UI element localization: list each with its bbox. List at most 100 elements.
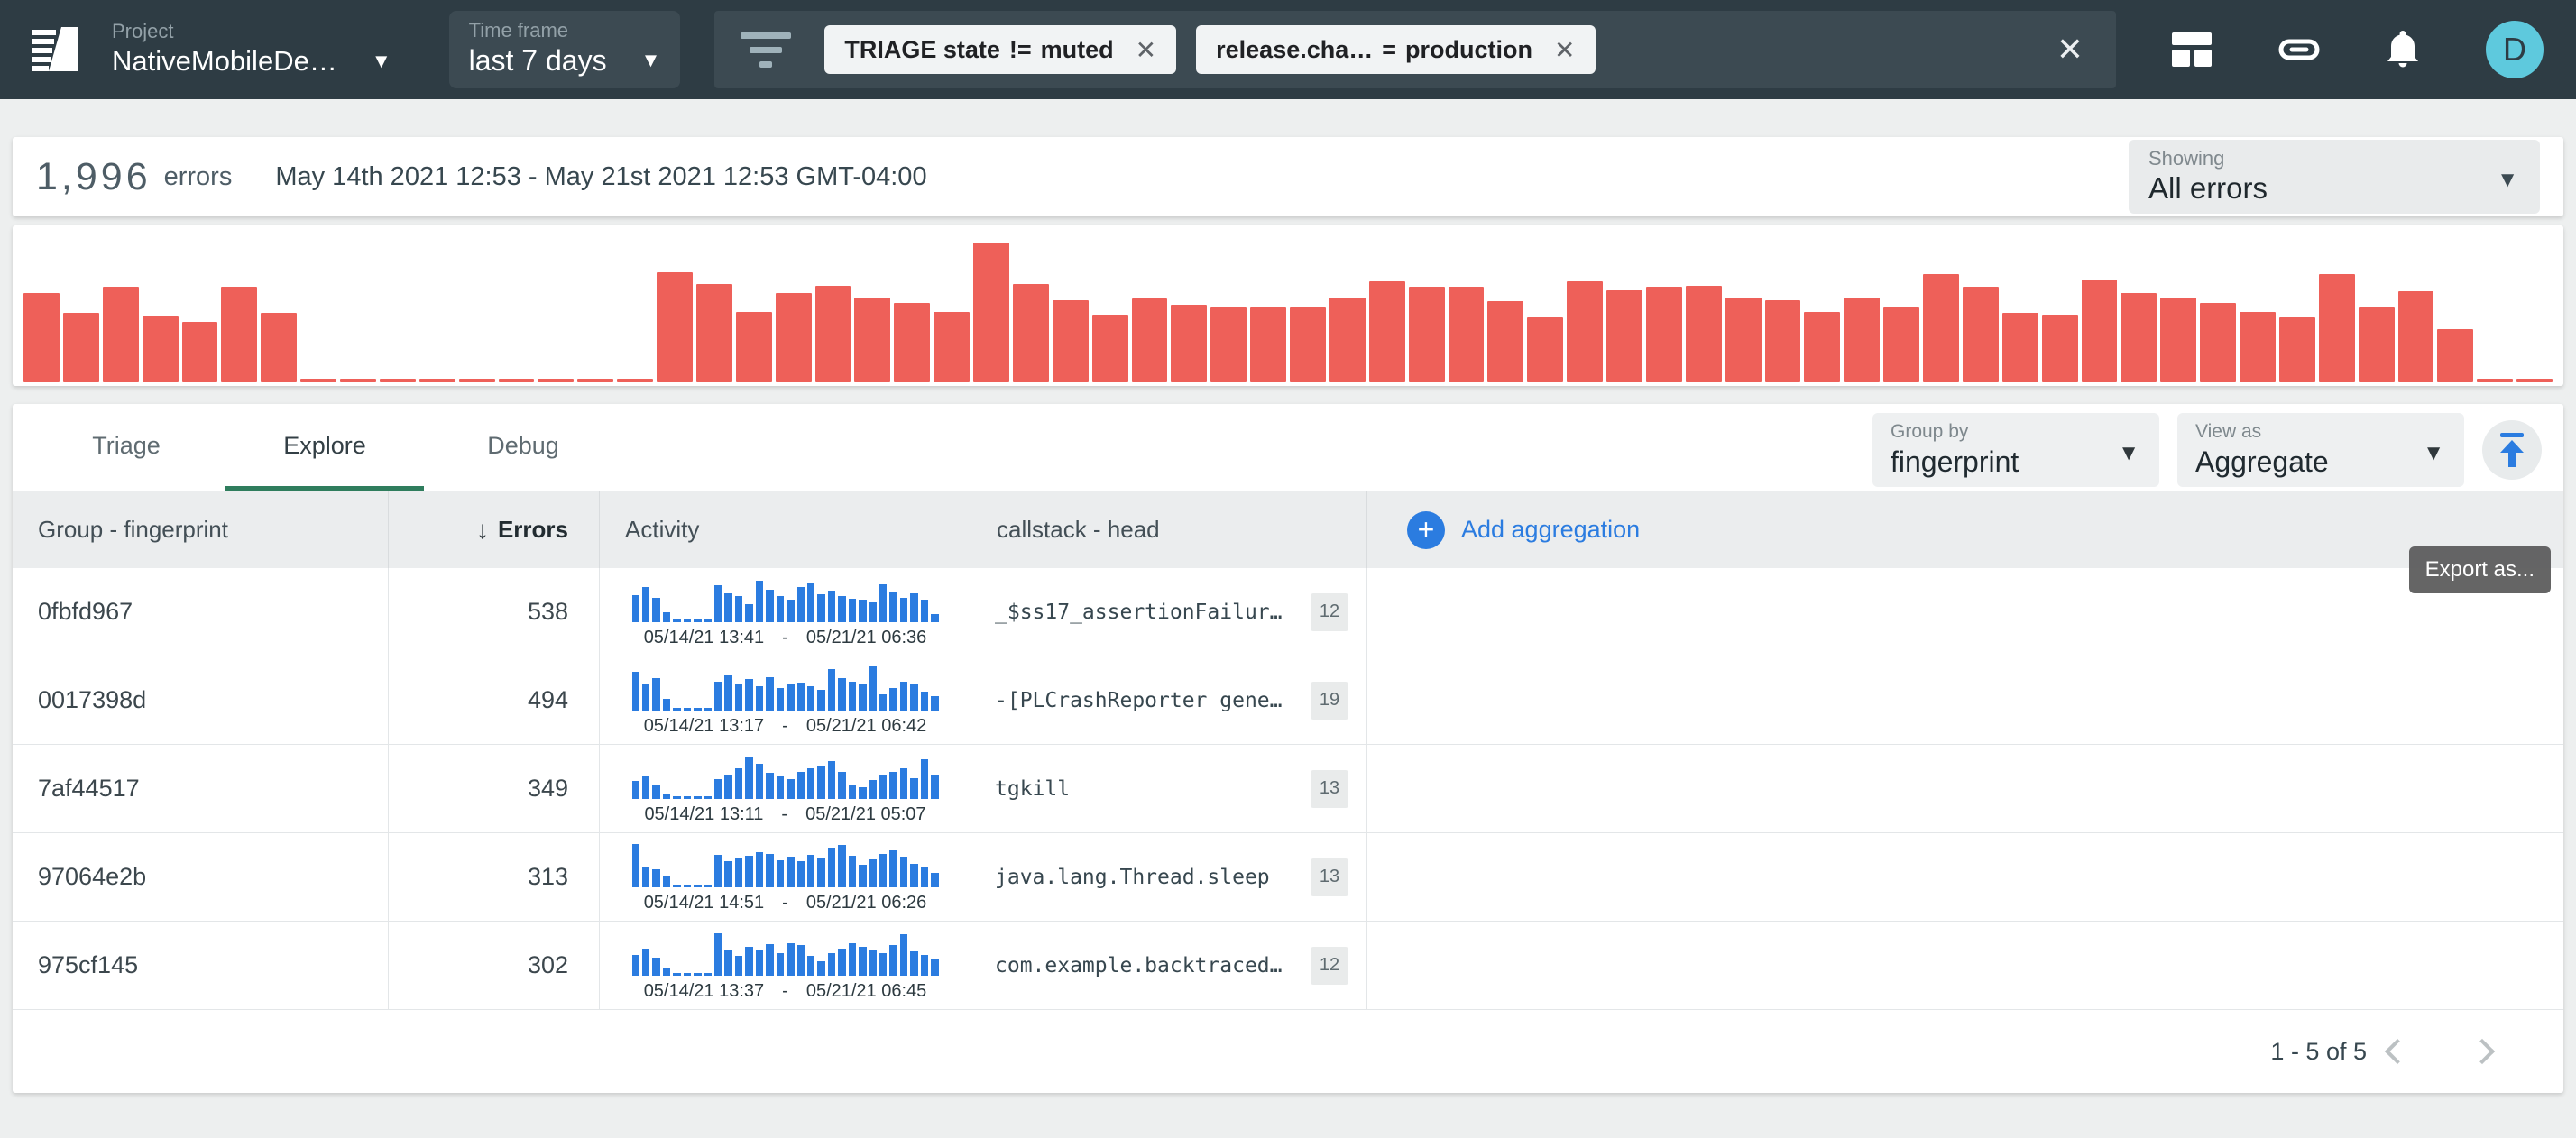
histogram-bar (1409, 287, 1445, 382)
clear-filters-button[interactable]: ✕ (2049, 31, 2091, 69)
filter-chip[interactable]: release.cha… = production ✕ (1196, 25, 1595, 74)
sparkline-bar (910, 593, 917, 622)
column-header-activity[interactable]: Activity (600, 491, 971, 568)
column-header-callstack[interactable]: callstack - head (971, 491, 1367, 568)
remove-filter-icon[interactable]: ✕ (1136, 35, 1156, 65)
activity-sparkline (632, 752, 939, 799)
activity-cell: 05/14/21 13:41-05/21/21 06:36 (600, 568, 971, 656)
histogram-bar (2437, 329, 2473, 382)
tab-triage[interactable]: Triage (27, 404, 225, 491)
view-as-label: View as (2195, 420, 2446, 444)
sparkline-bar (859, 865, 866, 887)
histogram-bar (1963, 287, 1999, 382)
frame-count-badge: 19 (1311, 682, 1348, 720)
table-row[interactable]: 975cf14530205/14/21 13:37-05/21/21 06:45… (13, 922, 2563, 1010)
error-count: 1,996 (36, 155, 152, 199)
sparkline-bar (652, 678, 659, 711)
table-row[interactable]: 0fbfd96753805/14/21 13:41-05/21/21 06:36… (13, 568, 2563, 656)
histogram-bar (1844, 298, 1880, 382)
timeframe-selector[interactable]: Time frame last 7 days ▼ (449, 11, 681, 88)
sparkline-bar (694, 619, 701, 622)
histogram-bar (340, 379, 376, 382)
aggregation-cell (1367, 922, 2563, 1009)
activity-date-range: 05/14/21 13:11-05/21/21 05:07 (632, 804, 939, 825)
plus-icon: + (1407, 511, 1445, 549)
histogram-bar (1487, 301, 1523, 382)
sparkline-bar (869, 602, 877, 622)
sparkline-bar (931, 959, 938, 976)
callstack-cell: _$ss17_assertionFailur…12 (971, 568, 1367, 656)
sparkline-bar (642, 684, 649, 711)
histogram-bar (1449, 287, 1485, 382)
histogram-bar (973, 243, 1009, 382)
activity-date-range: 05/14/21 14:51-05/21/21 06:26 (632, 893, 939, 913)
timeframe-value: last 7 days (469, 42, 607, 78)
tab-explore[interactable]: Explore (225, 404, 424, 491)
sparkline-bar (797, 683, 805, 711)
activity-sparkline (632, 840, 939, 887)
export-button[interactable] (2482, 420, 2542, 480)
table-row[interactable]: 97064e2b31305/14/21 14:51-05/21/21 06:26… (13, 833, 2563, 922)
activity-cell: 05/14/21 13:17-05/21/21 06:42 (600, 656, 971, 744)
sparkline-bar (879, 854, 887, 887)
table-row[interactable]: 7af4451734905/14/21 13:11-05/21/21 05:07… (13, 745, 2563, 833)
sparkline-bar (714, 779, 722, 799)
column-header-errors[interactable]: ↓ Errors (389, 491, 600, 568)
sparkline-bar (931, 775, 938, 799)
project-selector[interactable]: Project NativeMobileDe… ▼ (112, 20, 391, 79)
sparkline-bar (787, 684, 794, 711)
sparkline-bar (859, 947, 866, 976)
sparkline-bar (766, 590, 773, 622)
sparkline-bar (735, 956, 742, 976)
sparkline-bar (838, 772, 845, 799)
sparkline-bar (921, 600, 928, 622)
sparkline-bar (828, 953, 835, 976)
link-icon[interactable] (2278, 39, 2320, 60)
showing-dropdown[interactable]: Showing All errors ▼ (2129, 140, 2540, 214)
sparkline-bar (849, 785, 856, 799)
dashboard-icon[interactable] (2172, 32, 2212, 67)
histogram-bar (1883, 307, 1919, 382)
sparkline-bar (673, 708, 680, 711)
fingerprint-cell[interactable]: 0017398d (13, 656, 389, 744)
histogram-bar (1369, 281, 1405, 382)
filter-bar[interactable]: TRIAGE state != muted ✕ release.cha… = p… (714, 11, 2116, 88)
view-as-dropdown[interactable]: View as Aggregate ▼ (2177, 413, 2464, 487)
export-tooltip: Export as... (2409, 546, 2551, 593)
sparkline-bar (849, 599, 856, 622)
errors-histogram[interactable] (13, 225, 2563, 386)
sparkline-bar (797, 861, 805, 887)
table-row[interactable]: 0017398d49405/14/21 13:17-05/21/21 06:42… (13, 656, 2563, 745)
aggregation-cell (1367, 656, 2563, 744)
tab-debug[interactable]: Debug (424, 404, 622, 491)
fingerprint-cell[interactable]: 0fbfd967 (13, 568, 389, 656)
filter-field: TRIAGE state (844, 36, 1000, 64)
histogram-bar (2279, 317, 2315, 382)
avatar[interactable]: D (2486, 21, 2544, 78)
next-page-button[interactable] (2459, 1024, 2513, 1078)
histogram-bar (2160, 298, 2196, 382)
column-header-group[interactable]: Group - fingerprint (13, 491, 389, 568)
previous-page-button[interactable] (2367, 1024, 2421, 1078)
histogram-bar (2082, 280, 2118, 382)
fingerprint-cell[interactable]: 7af44517 (13, 745, 389, 832)
sparkline-bar (663, 612, 670, 622)
sparkline-bar (735, 596, 742, 622)
sparkline-bar (632, 844, 639, 887)
sparkline-bar (869, 666, 877, 711)
add-aggregation-button[interactable]: + Add aggregation (1367, 491, 2563, 568)
group-by-dropdown[interactable]: Group by fingerprint ▼ (1872, 413, 2159, 487)
fingerprint-cell[interactable]: 975cf145 (13, 922, 389, 1009)
sparkline-bar (777, 688, 784, 711)
histogram-bar (23, 293, 60, 382)
filter-chip[interactable]: TRIAGE state != muted ✕ (824, 25, 1176, 74)
sparkline-bar (838, 678, 845, 711)
sparkline-bar (684, 619, 691, 622)
sparkline-bar (879, 775, 887, 799)
fingerprint-cell[interactable]: 97064e2b (13, 833, 389, 921)
avatar-letter: D (2503, 31, 2526, 69)
remove-filter-icon[interactable]: ✕ (1554, 35, 1575, 65)
bell-icon[interactable] (2387, 31, 2419, 69)
sparkline-bar (704, 619, 712, 622)
errors-count-cell: 302 (389, 922, 600, 1009)
